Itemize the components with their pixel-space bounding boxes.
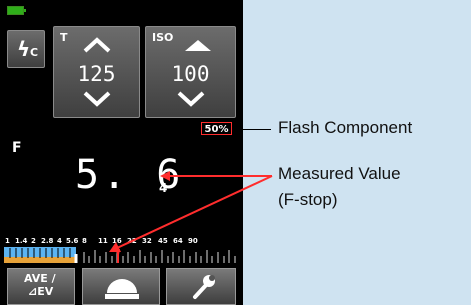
- t-value: 125: [77, 62, 116, 86]
- settings-button[interactable]: [166, 268, 236, 305]
- scale-tick-label: 1: [5, 237, 10, 245]
- delta-ev-label: ⊿EV: [28, 285, 54, 298]
- flash-component-callout: Flash Component: [278, 118, 413, 137]
- flash-bolt-icon: ϟ: [17, 37, 31, 61]
- wrench-icon: [193, 275, 215, 299]
- measured-value-callout: Measured Value: [278, 164, 401, 183]
- t-increase-chevron-up-icon[interactable]: [82, 37, 112, 53]
- battery-icon: [7, 6, 26, 15]
- iso-value: 100: [171, 62, 210, 86]
- scale-tick-label: 1.4: [15, 237, 28, 245]
- f-stop-callout: (F-stop): [278, 190, 338, 209]
- t-label: T: [60, 31, 68, 44]
- flash-mode-subscript: C: [30, 46, 39, 59]
- lumisphere-dome-icon: [105, 279, 139, 299]
- iso-label: ISO: [152, 31, 174, 44]
- f-label: F: [12, 140, 22, 156]
- scale-tick-label: 8: [82, 237, 87, 245]
- scale-tick-label: 4: [57, 237, 62, 245]
- scale-tick-label: 5.6: [66, 237, 79, 245]
- lumisphere-button[interactable]: [82, 268, 160, 305]
- iso-increase-chevron-up-icon[interactable]: [183, 37, 213, 53]
- flash-mode-button[interactable]: ϟ C: [7, 30, 45, 68]
- meter-screen: ϟ C T 125 ISO 100 50% F 5. 6 4 1 1.4 2 2…: [0, 0, 243, 305]
- ave-delta-ev-button[interactable]: AVE / ⊿EV: [7, 268, 75, 305]
- scale-tick-label: 2: [31, 237, 36, 245]
- shutter-speed-panel: T 125: [53, 26, 140, 118]
- flash-component-callout-line: [233, 129, 271, 130]
- scale-callout-arrow: [109, 176, 273, 252]
- t-decrease-chevron-down-icon[interactable]: [82, 91, 112, 107]
- iso-panel: ISO 100: [145, 26, 236, 118]
- scale-tick-label: 2.8: [41, 237, 54, 245]
- iso-decrease-chevron-down-icon[interactable]: [176, 91, 206, 107]
- ave-label: AVE /: [24, 272, 56, 285]
- flash-component-badge: 50%: [201, 122, 232, 135]
